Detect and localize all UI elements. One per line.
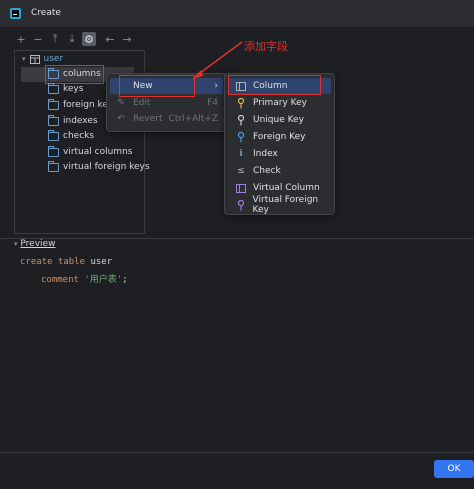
remove-icon[interactable]: − <box>31 32 45 46</box>
settings-icon[interactable]: ⚙ <box>82 32 96 46</box>
folder-icon <box>48 115 59 126</box>
folder-icon <box>48 130 59 141</box>
submenu-arrow-icon: › <box>214 81 218 91</box>
title-bar <box>0 0 474 28</box>
menu-item-revert[interactable]: ↶ Revert Ctrl+Alt+Z <box>111 111 224 127</box>
foreign-key-icon <box>235 131 247 143</box>
submenu-item-label: Foreign Key <box>253 132 306 142</box>
folder-icon <box>48 68 59 79</box>
tree-item-checks[interactable]: checks <box>48 129 94 144</box>
undo-icon: ↶ <box>117 114 125 124</box>
add-icon[interactable]: + <box>14 32 28 46</box>
tree-item-keys[interactable]: keys <box>48 82 83 97</box>
folder-icon <box>48 99 59 110</box>
submenu-item-label: Virtual Column <box>253 183 320 193</box>
code-terminator: ; <box>122 275 128 285</box>
preview-label: Preview <box>20 239 56 249</box>
tree-item-label: virtual columns <box>63 147 133 157</box>
submenu-item-foreign-key[interactable]: Foreign Key <box>229 129 306 145</box>
code-line-2: comment '用户表'; <box>41 272 128 285</box>
menu-item-edit[interactable]: ✎ Edit F4 <box>111 95 224 111</box>
shortcut-label: Ctrl+Alt+Z <box>168 114 218 124</box>
submenu-item-check[interactable]: ≤ Check <box>229 163 281 179</box>
unique-key-icon <box>235 114 247 126</box>
submenu-item-label: Unique Key <box>253 115 304 125</box>
shortcut-label: F4 <box>207 98 218 108</box>
tree-item-label: checks <box>63 131 95 141</box>
code-identifier: user <box>90 257 113 267</box>
menu-item-label: Revert <box>133 114 163 124</box>
primary-key-icon <box>235 97 247 109</box>
folder-icon <box>48 146 59 157</box>
tree-item-label: virtual foreign keys <box>63 162 150 172</box>
tree-item-label: indexes <box>63 116 98 126</box>
annotation-arrow-icon <box>192 41 243 79</box>
index-icon: i <box>239 149 243 159</box>
table-icon <box>29 55 40 64</box>
submenu-item-label: Index <box>253 149 278 159</box>
submenu-item-label: Primary Key <box>253 98 307 108</box>
tree-item-label: columns <box>63 69 101 79</box>
tree-item-columns[interactable]: columns <box>48 67 101 82</box>
dialog-footer <box>0 452 474 489</box>
submenu-item-virtual-foreign-key[interactable]: Virtual Foreign Key <box>229 195 334 215</box>
folder-icon <box>48 83 59 94</box>
forward-icon[interactable]: → <box>120 32 134 46</box>
tree-item-virtual-columns[interactable]: virtual columns <box>48 145 132 160</box>
submenu-item-label: Virtual Foreign Key <box>252 195 319 215</box>
check-icon: ≤ <box>237 166 245 176</box>
collapse-chevron-icon[interactable]: ▾ <box>14 240 18 248</box>
code-line-1: create table user <box>20 257 112 267</box>
tree-item-virtual-foreign-keys[interactable]: virtual foreign keys <box>48 160 150 175</box>
annotation-text: 添加字段 <box>244 40 288 53</box>
ok-button[interactable]: OK <box>434 460 474 478</box>
move-down-icon[interactable]: ⤓ <box>65 32 79 46</box>
virtual-column-icon <box>235 182 247 194</box>
window-title: Create <box>31 8 61 18</box>
submenu-item-index[interactable]: i Index <box>229 146 278 162</box>
app-logo-icon <box>10 8 21 19</box>
preview-header[interactable]: ▾ Preview <box>14 239 55 249</box>
submenu-item-unique-key[interactable]: Unique Key <box>229 112 304 128</box>
menu-item-label: Edit <box>133 98 151 108</box>
virtual-foreign-key-icon <box>235 199 247 211</box>
tree-item-indexes[interactable]: indexes <box>48 114 98 129</box>
pencil-icon: ✎ <box>117 98 125 108</box>
highlight-box-new <box>119 75 195 97</box>
submenu-item-virtual-column[interactable]: Virtual Column <box>229 180 320 196</box>
tree-item-label: keys <box>63 84 84 94</box>
code-keyword: comment <box>41 275 79 285</box>
section-divider <box>0 238 474 239</box>
expand-chevron-icon[interactable]: ▾ <box>22 52 26 67</box>
submenu-item-label: Check <box>253 166 281 176</box>
folder-icon <box>48 161 59 172</box>
code-keyword: create table <box>20 257 86 267</box>
code-string: '用户表' <box>84 275 123 285</box>
submenu-item-primary-key[interactable]: Primary Key <box>229 95 307 111</box>
back-icon[interactable]: ← <box>103 32 117 46</box>
move-up-icon[interactable]: ⤒ <box>48 32 62 46</box>
